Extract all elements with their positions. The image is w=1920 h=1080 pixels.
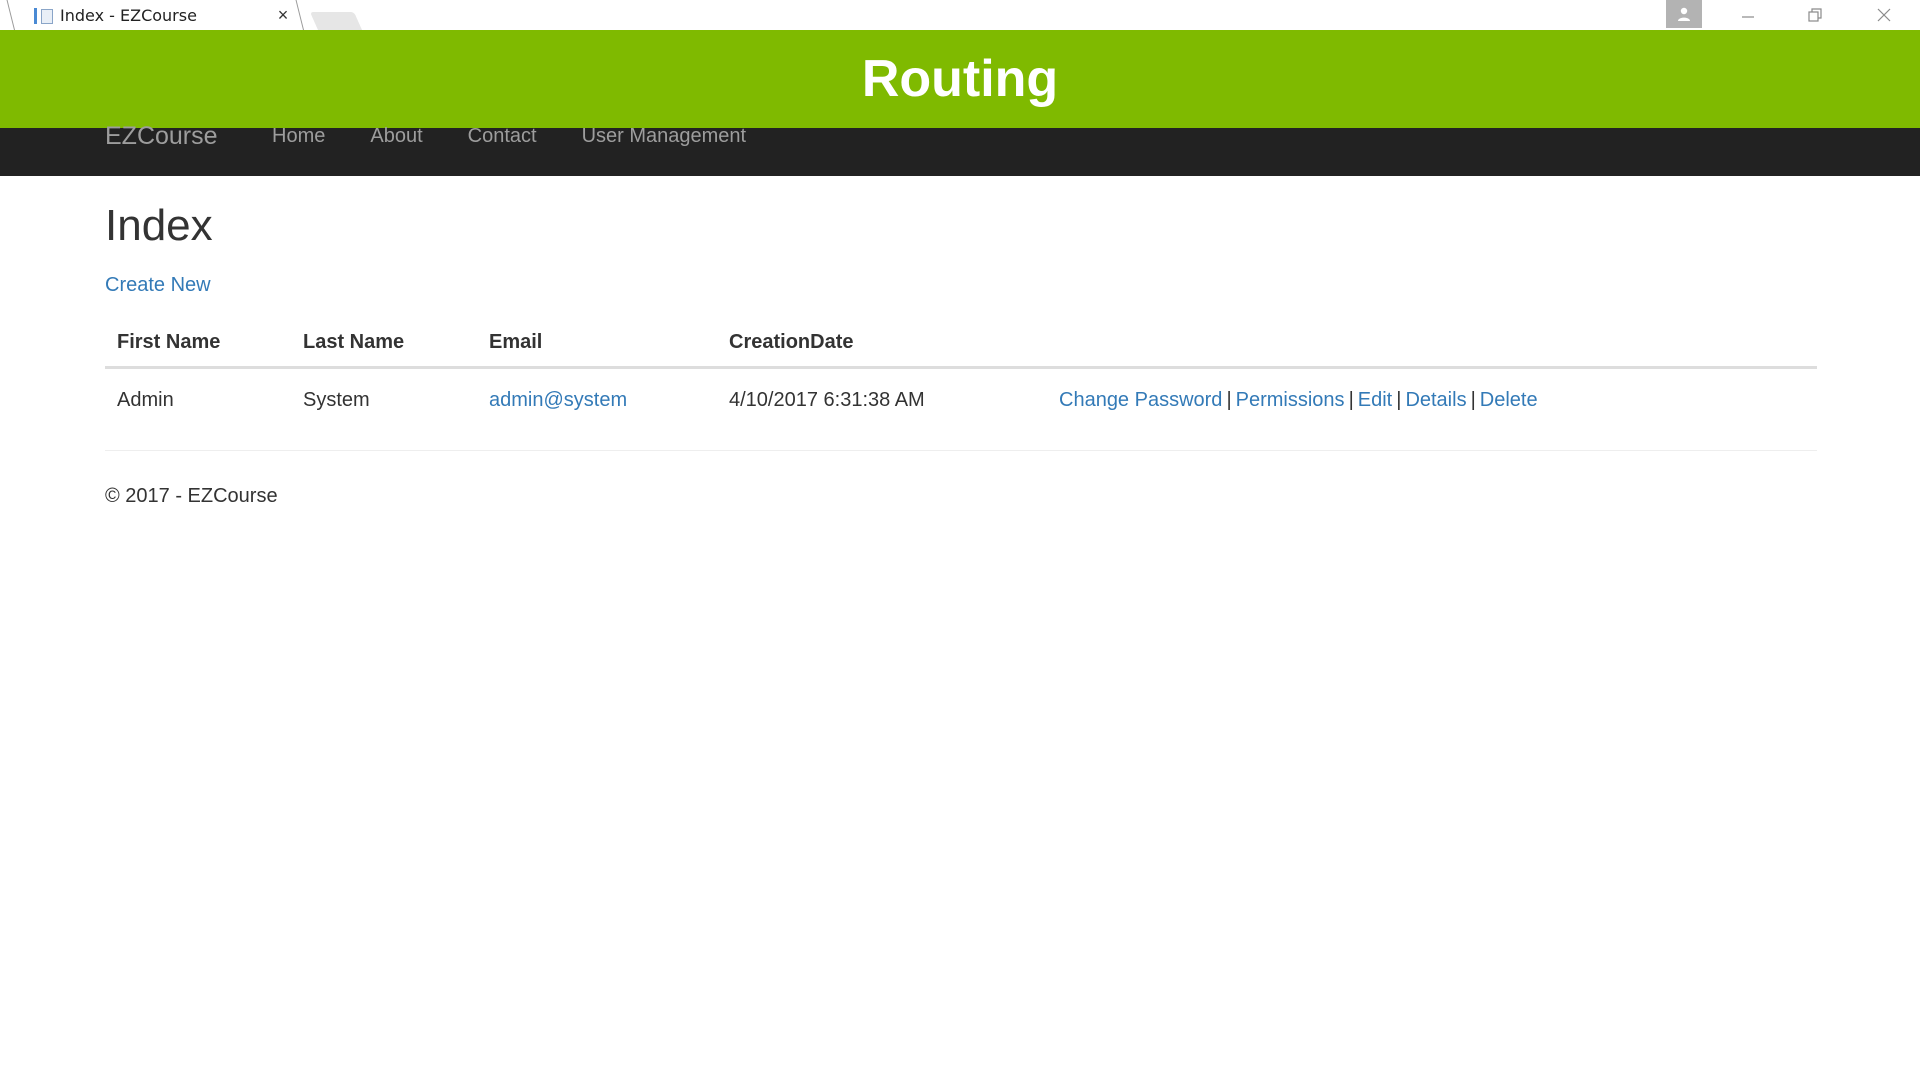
header-creation-date: CreationDate	[717, 319, 1047, 370]
email-link[interactable]: admin@system	[489, 389, 627, 411]
profile-button[interactable]	[1666, 0, 1702, 28]
cell-email: admin@system	[477, 368, 717, 431]
cell-creation-date: 4/10/2017 6:31:38 AM	[729, 389, 925, 412]
close-window-button[interactable]	[1864, 4, 1904, 26]
restore-button[interactable]	[1795, 4, 1835, 26]
users-table: First Name Last Name Email CreationDate …	[105, 319, 1817, 430]
nav-brand[interactable]: EZCourse	[105, 124, 218, 149]
restore-icon	[1808, 8, 1822, 22]
table-header-row: First Name Last Name Email CreationDate	[105, 319, 1817, 370]
cell-last-name: System	[303, 389, 370, 412]
cell-first-name: Admin	[117, 389, 174, 412]
main-content: Index Create New First Name Last Name Em…	[105, 176, 1817, 508]
page-favicon-icon	[34, 6, 54, 24]
user-icon	[1678, 7, 1690, 21]
minimize-button[interactable]	[1728, 4, 1768, 26]
nav-link-about[interactable]: About	[370, 126, 422, 146]
change-password-link[interactable]: Change Password	[1059, 389, 1222, 411]
footer-divider	[105, 450, 1817, 452]
footer-copyright: © 2017 - EZCourse	[105, 485, 278, 508]
cell-actions: Change Password | Permissions | Edit | Details…	[1047, 368, 1817, 431]
action-separator: |	[1470, 389, 1476, 412]
action-separator: |	[1348, 389, 1354, 412]
header-email: Email	[477, 319, 717, 370]
nav-link-contact[interactable]: Contact	[468, 126, 537, 146]
header-last-name: Last Name	[291, 319, 477, 370]
delete-link[interactable]: Delete	[1480, 389, 1538, 411]
browser-chrome: Index - EZCourse ×	[0, 0, 1920, 30]
tab-title: Index - EZCourse	[60, 5, 197, 25]
page-title: Index	[105, 201, 213, 250]
nav-link-home[interactable]: Home	[272, 126, 325, 146]
permissions-link[interactable]: Permissions	[1236, 389, 1345, 411]
new-tab-button[interactable]	[309, 12, 363, 30]
nav-link-user-management[interactable]: User Management	[582, 126, 747, 146]
action-separator: |	[1396, 389, 1402, 412]
banner-title: Routing	[861, 50, 1059, 108]
header-actions	[1047, 319, 1817, 370]
close-icon	[1877, 8, 1891, 22]
tab-close-icon[interactable]: ×	[272, 5, 294, 26]
nav-links: Home About Contact User Management	[272, 126, 791, 146]
action-separator: |	[1226, 389, 1232, 412]
navbar: EZCourse Home About Contact User Managem…	[0, 124, 1920, 176]
edit-link[interactable]: Edit	[1358, 389, 1392, 411]
browser-tab-content[interactable]: Index - EZCourse ×	[34, 0, 294, 30]
table-row: Admin System admin@system 4/10/2017 6:31…	[105, 368, 1817, 431]
header-first-name: First Name	[105, 319, 291, 370]
create-new-link[interactable]: Create New	[105, 274, 211, 297]
minimize-icon	[1742, 16, 1754, 18]
details-link[interactable]: Details	[1405, 389, 1466, 411]
title-banner: Routing	[0, 30, 1920, 128]
